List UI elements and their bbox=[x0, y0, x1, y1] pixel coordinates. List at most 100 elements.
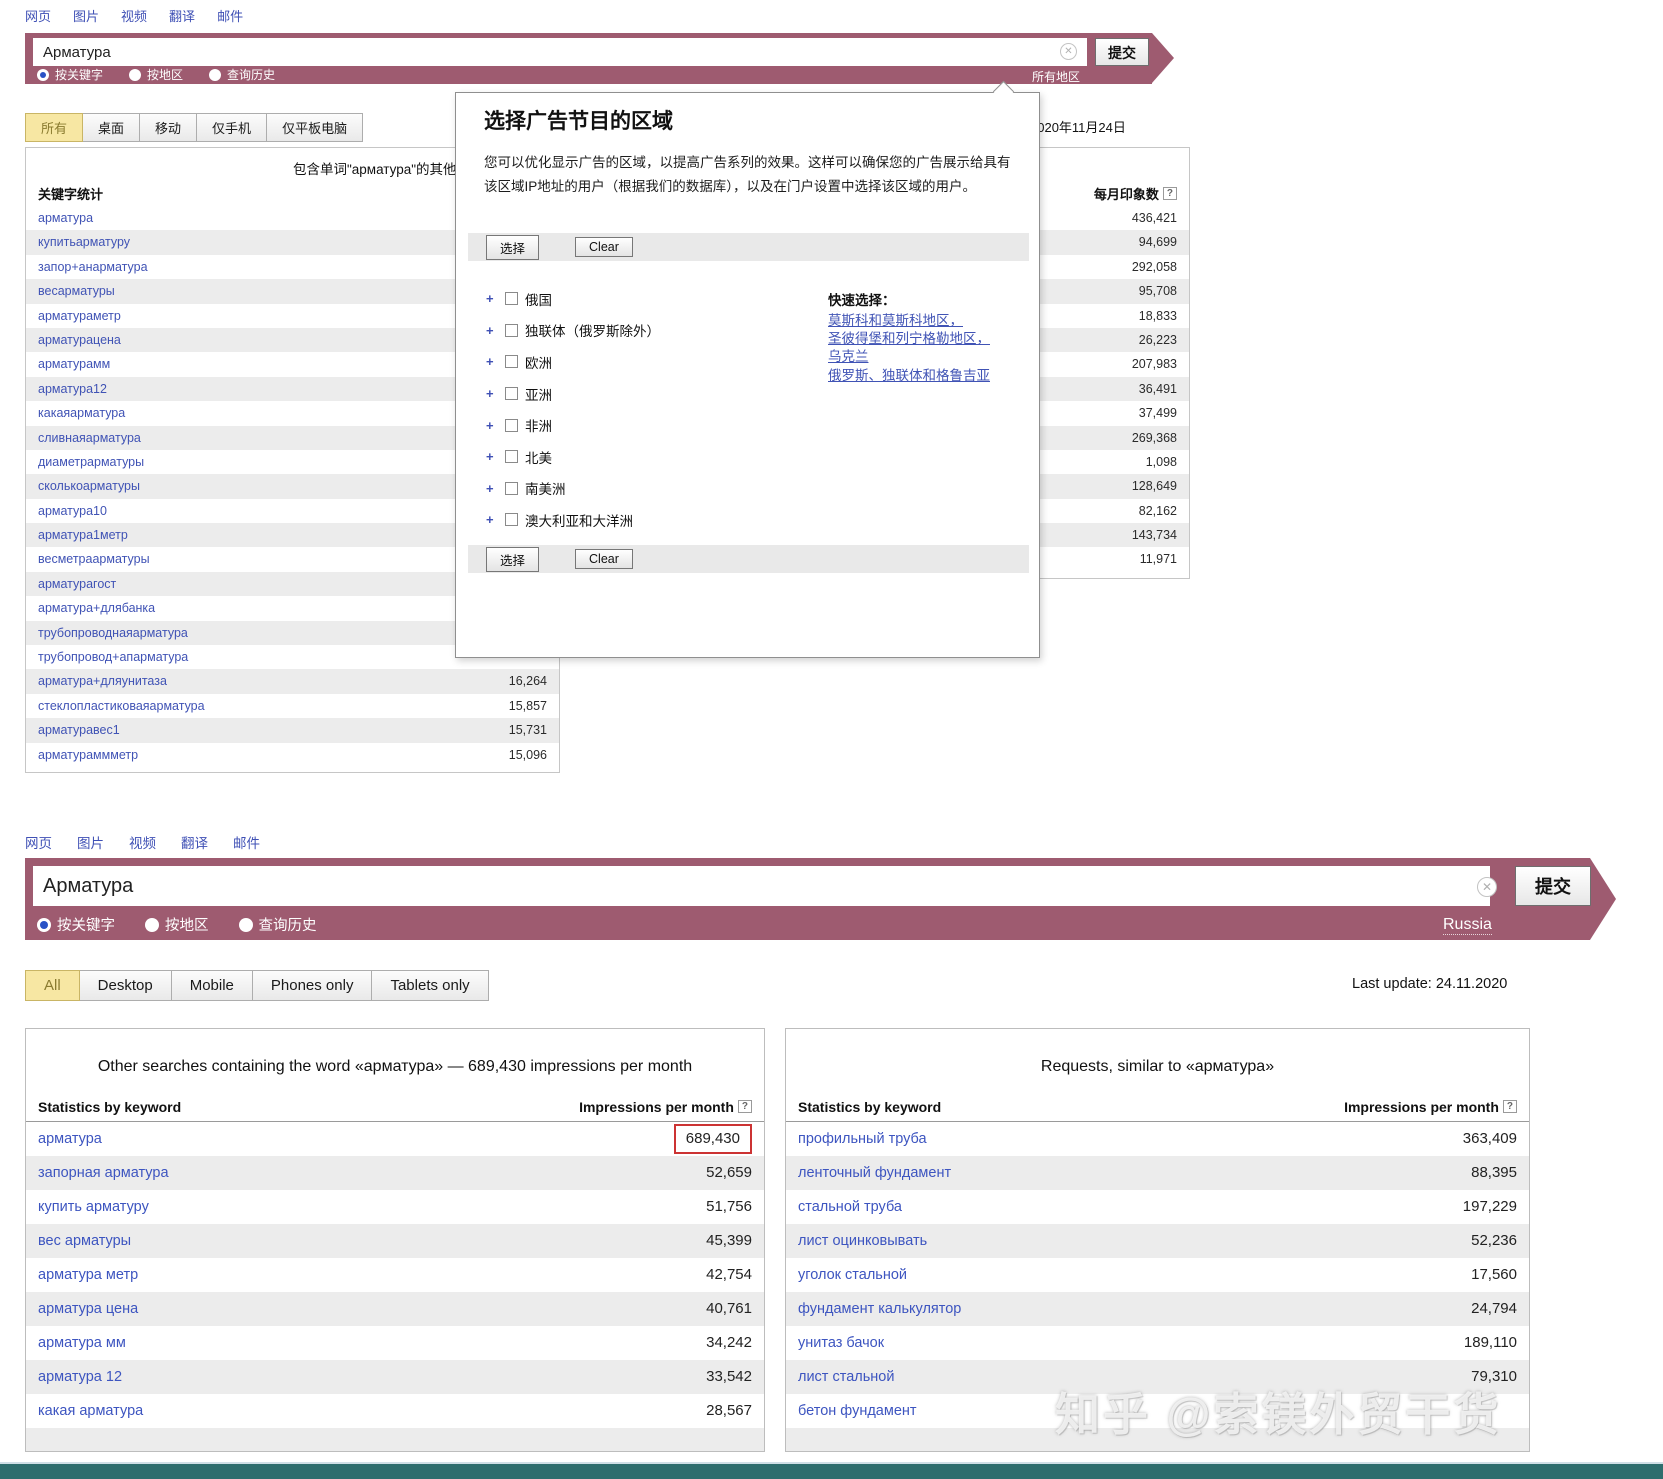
search-input[interactable] bbox=[33, 866, 1490, 906]
keyword-link[interactable]: лист стальной bbox=[798, 1360, 894, 1394]
keyword-link[interactable]: купитьарматуру bbox=[38, 230, 130, 254]
nav-link[interactable]: 翻译 bbox=[169, 6, 195, 25]
clear-button[interactable]: Clear bbox=[575, 237, 633, 257]
help-icon[interactable]: ? bbox=[1163, 187, 1177, 200]
keyword-link[interactable]: арматурацена bbox=[38, 328, 121, 352]
radio-icon[interactable] bbox=[145, 918, 159, 932]
mode-by-region[interactable]: 按地区 bbox=[129, 66, 183, 83]
expand-icon[interactable]: + bbox=[486, 291, 503, 306]
expand-icon[interactable]: + bbox=[486, 481, 503, 496]
region-checkbox[interactable] bbox=[505, 482, 518, 495]
select-button[interactable]: 选择 bbox=[486, 235, 539, 260]
keyword-link[interactable]: вес арматуры bbox=[38, 1224, 131, 1258]
region-checkbox[interactable] bbox=[505, 450, 518, 463]
expand-icon[interactable]: + bbox=[486, 354, 503, 369]
mode-by-region[interactable]: 按地区 bbox=[145, 914, 209, 935]
submit-button[interactable]: 提交 bbox=[1515, 866, 1591, 906]
keyword-link[interactable]: арматура+длябанка bbox=[38, 596, 155, 620]
help-icon[interactable]: ? bbox=[1503, 1100, 1517, 1113]
expand-icon[interactable]: + bbox=[486, 449, 503, 464]
keyword-link[interactable]: уголок стальной bbox=[798, 1258, 907, 1292]
keyword-link[interactable]: арматураметр bbox=[38, 304, 121, 328]
tab-desktop[interactable]: 桌面 bbox=[83, 113, 140, 142]
nav-link[interactable]: 邮件 bbox=[233, 832, 260, 852]
keyword-link[interactable]: стеклопластиковаяарматура bbox=[38, 694, 205, 718]
keyword-link[interactable]: стальной труба bbox=[798, 1190, 902, 1224]
keyword-link[interactable]: запор+анарматура bbox=[38, 255, 148, 279]
keyword-link[interactable]: диаметрарматуры bbox=[38, 450, 144, 474]
region-checkbox[interactable] bbox=[505, 419, 518, 432]
tab-mobile[interactable]: Mobile bbox=[172, 970, 253, 1001]
region-label[interactable]: 南美洲 bbox=[525, 478, 566, 498]
clear-button[interactable]: Clear bbox=[575, 549, 633, 569]
keyword-link[interactable]: арматурагост bbox=[38, 572, 116, 596]
region-checkbox[interactable] bbox=[505, 324, 518, 337]
region-checkbox[interactable] bbox=[505, 292, 518, 305]
keyword-link[interactable]: арматура+дляунитаза bbox=[38, 669, 167, 693]
region-label[interactable]: 俄国 bbox=[525, 289, 552, 309]
region-label[interactable]: 澳大利亚和大洋洲 bbox=[525, 510, 633, 530]
tab-all[interactable]: All bbox=[25, 970, 80, 1001]
tab-tablets-only[interactable]: 仅平板电脑 bbox=[267, 113, 363, 142]
quick-select-link[interactable]: 乌克兰 bbox=[828, 348, 1033, 366]
expand-icon[interactable]: + bbox=[486, 512, 503, 527]
region-checkbox[interactable] bbox=[505, 387, 518, 400]
nav-link[interactable]: 网页 bbox=[25, 6, 51, 25]
keyword-link[interactable]: какая арматура bbox=[38, 1394, 143, 1428]
region-label[interactable]: 亚洲 bbox=[525, 384, 552, 404]
search-input[interactable] bbox=[33, 38, 1087, 66]
nav-link[interactable]: 网页 bbox=[25, 832, 52, 852]
nav-link[interactable]: 视频 bbox=[129, 832, 156, 852]
mode-history[interactable]: 查询历史 bbox=[239, 914, 317, 935]
tab-phones-only[interactable]: Phones only bbox=[253, 970, 373, 1001]
keyword-link[interactable]: арматура1метр bbox=[38, 523, 128, 547]
keyword-link[interactable]: трубопровод+апарматура bbox=[38, 645, 188, 669]
region-label[interactable]: 欧洲 bbox=[525, 352, 552, 372]
nav-link[interactable]: 翻译 bbox=[181, 832, 208, 852]
keyword-link[interactable]: запорная арматура bbox=[38, 1156, 169, 1190]
keyword-link[interactable]: арматура10 bbox=[38, 499, 107, 523]
radio-selected-icon[interactable] bbox=[37, 918, 51, 932]
radio-icon[interactable] bbox=[129, 69, 141, 81]
nav-link[interactable]: 图片 bbox=[73, 6, 99, 25]
nav-link[interactable]: 视频 bbox=[121, 6, 147, 25]
region-checkbox[interactable] bbox=[505, 355, 518, 368]
radio-icon[interactable] bbox=[239, 918, 253, 932]
keyword-link[interactable]: весарматуры bbox=[38, 279, 115, 303]
nav-link[interactable]: 邮件 bbox=[217, 6, 243, 25]
tab-tablets-only[interactable]: Tablets only bbox=[372, 970, 488, 1001]
quick-select-link[interactable]: 莫斯科和莫斯科地区， bbox=[828, 312, 1033, 330]
keyword-link[interactable]: сколькоарматуры bbox=[38, 474, 140, 498]
region-label[interactable]: 北美 bbox=[525, 447, 552, 467]
tab-desktop[interactable]: Desktop bbox=[80, 970, 172, 1001]
region-label[interactable]: 独联体（俄罗斯除外） bbox=[525, 320, 660, 340]
radio-selected-icon[interactable] bbox=[37, 69, 49, 81]
tab-all[interactable]: 所有 bbox=[25, 113, 83, 142]
keyword-link[interactable]: арматура bbox=[38, 206, 93, 230]
mode-history[interactable]: 查询历史 bbox=[209, 66, 275, 83]
tab-mobile[interactable]: 移动 bbox=[140, 113, 197, 142]
region-checkbox[interactable] bbox=[505, 513, 518, 526]
keyword-link[interactable]: арматуравес1 bbox=[38, 718, 120, 742]
keyword-link[interactable]: весметраарматуры bbox=[38, 547, 150, 571]
keyword-link[interactable]: арматура метр bbox=[38, 1258, 138, 1292]
keyword-link[interactable]: какаяарматура bbox=[38, 401, 125, 425]
keyword-link[interactable]: сливнаяарматура bbox=[38, 426, 141, 450]
keyword-link[interactable]: профильный труба bbox=[798, 1122, 927, 1156]
keyword-link[interactable]: купить арматуру bbox=[38, 1190, 149, 1224]
submit-button[interactable]: 提交 bbox=[1095, 38, 1149, 66]
keyword-link[interactable]: бетон фундамент bbox=[798, 1394, 917, 1428]
expand-icon[interactable]: + bbox=[486, 386, 503, 401]
select-button[interactable]: 选择 bbox=[486, 547, 539, 572]
mode-by-keyword[interactable]: 按关键字 bbox=[37, 66, 103, 83]
quick-select-link[interactable]: 圣彼得堡和列宁格勒地区， bbox=[828, 330, 1033, 348]
expand-icon[interactable]: + bbox=[486, 323, 503, 338]
keyword-link[interactable]: трубопроводнаяарматура bbox=[38, 621, 188, 645]
keyword-link[interactable]: арматура12 bbox=[38, 377, 107, 401]
clear-icon[interactable]: ✕ bbox=[1477, 877, 1497, 897]
region-selector[interactable]: Russia bbox=[1443, 916, 1492, 935]
region-selector[interactable]: 所有地区 bbox=[1032, 68, 1080, 85]
clear-icon[interactable]: ✕ bbox=[1060, 43, 1077, 60]
keyword-link[interactable]: арматурамм bbox=[38, 352, 110, 376]
nav-link[interactable]: 图片 bbox=[77, 832, 104, 852]
